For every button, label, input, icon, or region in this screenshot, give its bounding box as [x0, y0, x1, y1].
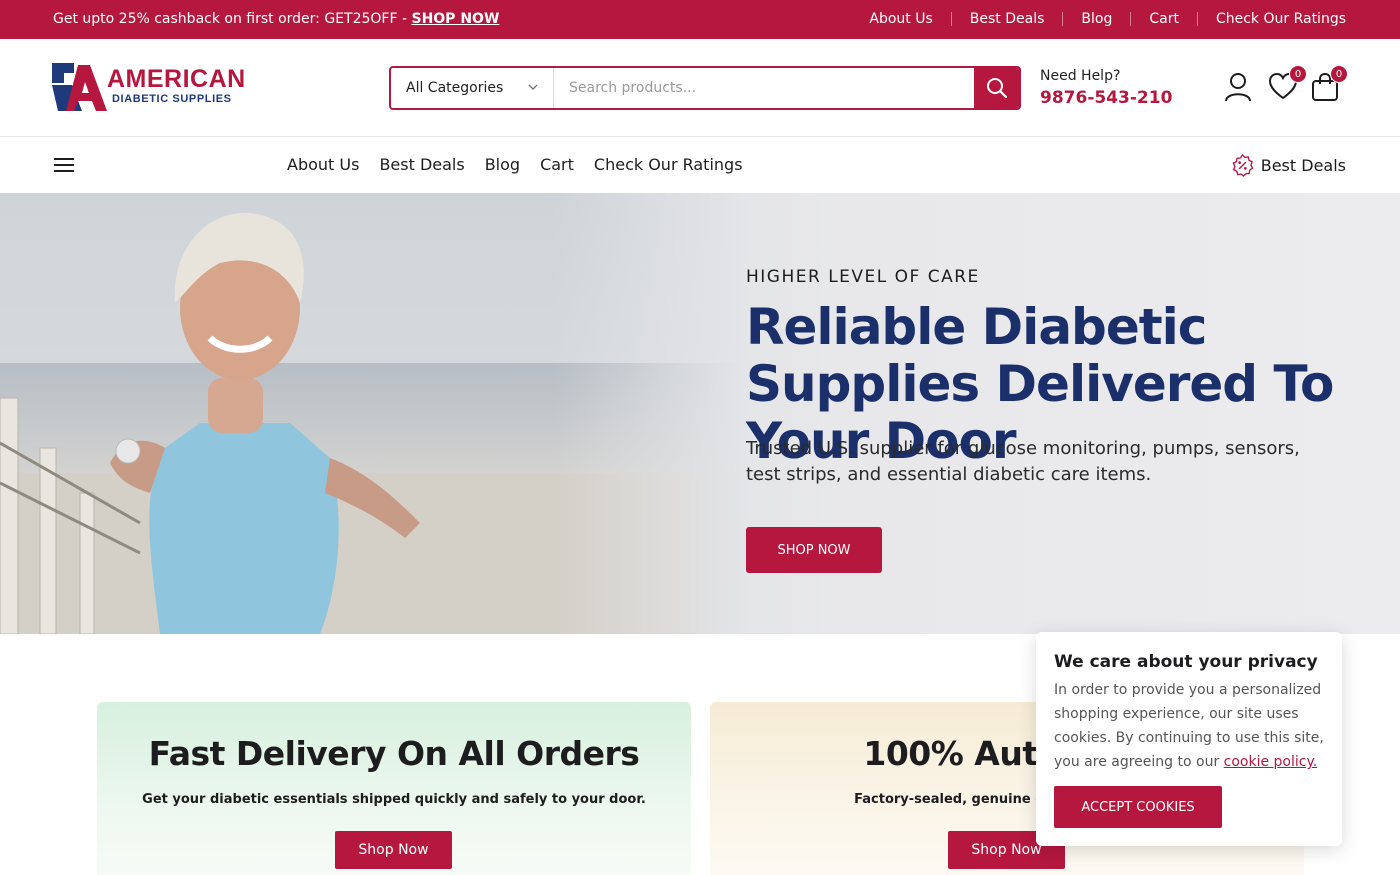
- account-button[interactable]: [1224, 72, 1252, 106]
- nav-best-deals-label: Best Deals: [1260, 156, 1346, 175]
- user-icon: [1225, 73, 1251, 102]
- menu-button[interactable]: [54, 157, 74, 177]
- site-logo[interactable]: AMERICAN DIABETIC SUPPLIES: [52, 63, 252, 113]
- cookie-policy-link[interactable]: cookie policy.: [1224, 754, 1318, 770]
- feature-card-text: Get your diabetic essentials shipped qui…: [142, 792, 646, 807]
- nav-item-ratings[interactable]: Check Our Ratings: [594, 155, 743, 174]
- discount-badge-icon: [1232, 154, 1254, 177]
- help-label: Need Help?: [1040, 68, 1121, 84]
- wishlist-button[interactable]: 0: [1268, 65, 1307, 104]
- promo-shop-now-link[interactable]: SHOP NOW: [411, 11, 499, 27]
- search-icon: [986, 78, 1007, 99]
- search-bar: All Categories: [389, 66, 1021, 110]
- help-contact: Need Help? 9876-543-210: [1040, 68, 1172, 108]
- hero-shop-now-button[interactable]: SHOP NOW: [746, 527, 882, 573]
- category-select-value: All Categories: [406, 80, 504, 96]
- wishlist-count-badge: 0: [1289, 65, 1307, 83]
- logo-word-american: AMERICAN: [107, 65, 246, 93]
- promo-text: Get upto 25% cashback on first order: GE…: [53, 11, 412, 27]
- cookie-consent-popup: We care about your privacy In order to p…: [1036, 632, 1342, 846]
- chevron-down-icon: [528, 84, 538, 90]
- logo-mark-icon: [52, 63, 107, 111]
- hero-banner: HIGHER LEVEL OF CARE Reliable Diabetic S…: [0, 193, 1400, 634]
- cart-button[interactable]: 0: [1311, 65, 1348, 106]
- feature-card-shop-now-button[interactable]: Shop Now: [335, 831, 452, 869]
- top-link-ratings[interactable]: Check Our Ratings: [1198, 11, 1346, 27]
- hero-subtitle: Trusted U.S. supplier for glucose monito…: [746, 438, 1300, 485]
- main-nav: About Us Best Deals Blog Cart Check Our …: [0, 137, 1400, 193]
- top-link-best-deals[interactable]: Best Deals: [952, 11, 1063, 27]
- top-link-about-us[interactable]: About Us: [851, 11, 950, 27]
- nav-item-blog[interactable]: Blog: [485, 155, 520, 174]
- promo-bar: Get upto 25% cashback on first order: GE…: [0, 0, 1400, 39]
- search-input[interactable]: [555, 68, 975, 108]
- cookie-message: In order to provide you a personalized s…: [1054, 678, 1324, 774]
- cookie-title: We care about your privacy: [1054, 652, 1318, 672]
- nav-best-deals-link[interactable]: Best Deals: [1231, 154, 1346, 177]
- category-select[interactable]: All Categories: [391, 68, 554, 108]
- site-header: AMERICAN DIABETIC SUPPLIES All Categorie…: [0, 39, 1400, 137]
- hero-eyebrow: HIGHER LEVEL OF CARE: [746, 267, 980, 287]
- nav-item-about-us[interactable]: About Us: [287, 155, 359, 174]
- nav-item-best-deals[interactable]: Best Deals: [379, 155, 464, 174]
- promo-message: Get upto 25% cashback on first order: GE…: [53, 11, 499, 27]
- cart-count-badge: 0: [1330, 65, 1348, 83]
- search-button[interactable]: [974, 68, 1019, 108]
- accept-cookies-button[interactable]: ACCEPT COOKIES: [1054, 786, 1222, 828]
- top-link-blog[interactable]: Blog: [1063, 11, 1130, 27]
- hamburger-menu-icon: [54, 158, 74, 172]
- help-phone[interactable]: 9876-543-210: [1040, 88, 1172, 108]
- nav-items: About Us Best Deals Blog Cart Check Our …: [287, 155, 763, 174]
- feature-card-title: Fast Delivery On All Orders: [148, 734, 640, 773]
- top-links: About Us Best Deals Blog Cart Check Our …: [851, 11, 1346, 27]
- top-link-cart[interactable]: Cart: [1131, 11, 1197, 27]
- feature-card-delivery: Fast Delivery On All Orders Get your dia…: [97, 702, 691, 875]
- hero-photo-runner: [0, 193, 740, 634]
- nav-item-cart[interactable]: Cart: [540, 155, 574, 174]
- logo-word-tagline: DIABETIC SUPPLIES: [112, 93, 232, 105]
